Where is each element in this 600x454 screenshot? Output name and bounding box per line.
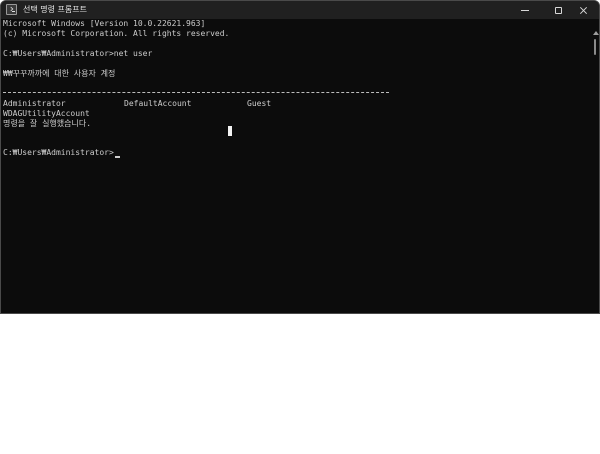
maximize-icon: [554, 6, 562, 14]
window-title: 선택 명령 프롬프트: [23, 5, 87, 14]
minimize-icon: [521, 9, 529, 11]
command-prompt-icon: [6, 4, 17, 15]
account-name: WDAGUtilityAccount: [3, 109, 90, 118]
account-name: Guest: [247, 99, 272, 108]
account-name: Administrator: [3, 99, 66, 108]
account-name: DefaultAccount: [124, 99, 192, 108]
separator-line: [3, 92, 389, 93]
mouse-text-caret-icon: [228, 126, 232, 136]
scroll-thumb[interactable]: [594, 39, 596, 55]
console-output[interactable]: Microsoft Windows [Version 10.0.22621.96…: [1, 19, 591, 313]
scroll-up-arrow-icon[interactable]: [593, 31, 599, 35]
close-icon: [579, 6, 588, 15]
command-prompt-line[interactable]: C:₩Users₩Administrator>: [3, 148, 114, 158]
accounts-header: ₩₩꾸꾸까까에 대한 사용자 계정: [3, 69, 116, 78]
close-button[interactable]: [568, 1, 598, 19]
banner-copyright: (c) Microsoft Corporation. All rights re…: [3, 29, 230, 38]
title-bar[interactable]: 선택 명령 프롬프트: [1, 1, 599, 19]
command-prompt-window: 선택 명령 프롬프트 Microsoft Windows [Version 10…: [0, 0, 600, 314]
text-cursor: [115, 156, 120, 158]
banner-version: Microsoft Windows [Version 10.0.22621.96…: [3, 19, 206, 28]
vertical-scrollbar[interactable]: [592, 19, 599, 313]
result-message: 명령을 잘 실행했습니다.: [3, 119, 92, 128]
minimize-button[interactable]: [510, 1, 540, 19]
command-line: C:₩Users₩Administrator>net user: [3, 49, 153, 58]
